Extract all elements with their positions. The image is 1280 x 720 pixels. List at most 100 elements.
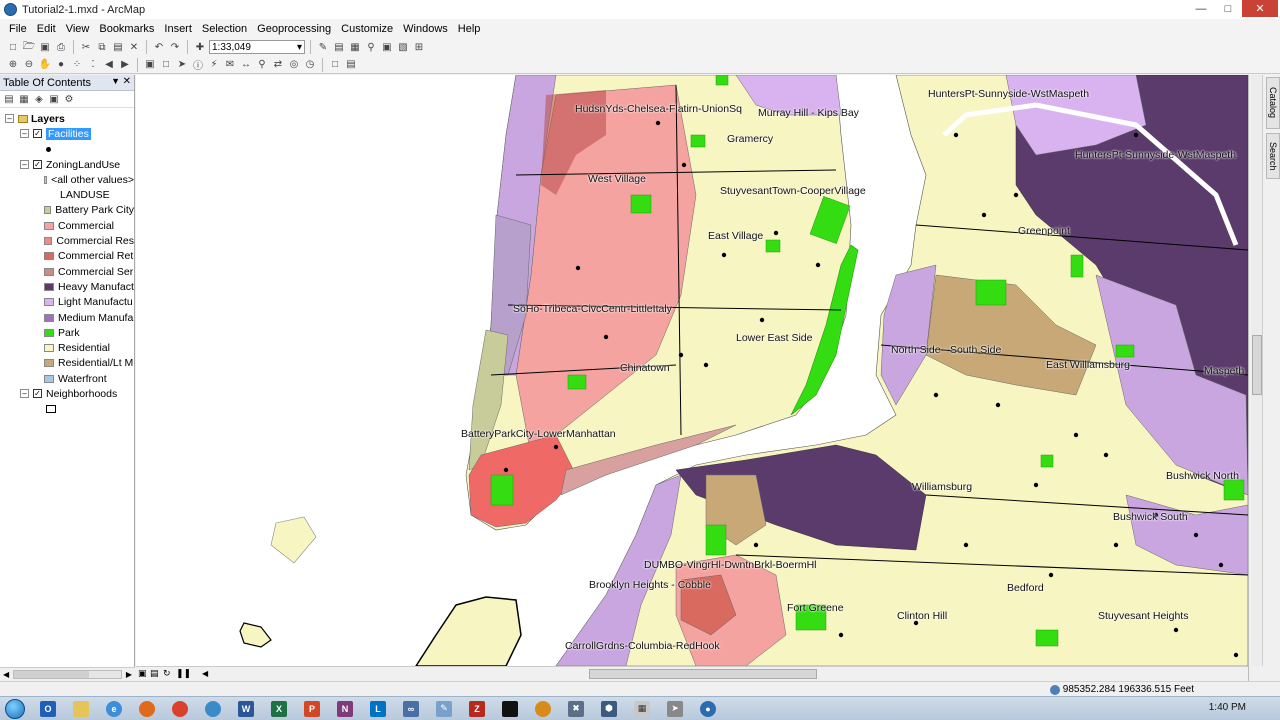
zoom-out-icon[interactable]: ⊖ — [22, 58, 36, 72]
map-vertical-scrollbar[interactable] — [1251, 75, 1263, 666]
neighborhoods-visibility-checkbox[interactable]: ✓ — [33, 389, 42, 399]
layer-zoning-row[interactable]: – ✓ ZoningLandUse — [0, 157, 134, 172]
layer-facilities-label[interactable]: Facilities — [46, 127, 91, 140]
menu-selection[interactable]: Selection — [197, 23, 252, 35]
find-icon[interactable]: ⚲ — [255, 58, 269, 72]
print-icon[interactable]: ⎙ — [54, 40, 68, 54]
layer-facilities-row[interactable]: – ✓ Facilities — [0, 126, 134, 141]
search-window-icon[interactable]: ⚲ — [364, 40, 378, 54]
zoom-in-icon[interactable]: ⊕ — [6, 58, 20, 72]
select-elements-icon[interactable]: ➤ — [175, 58, 189, 72]
menu-windows[interactable]: Windows — [398, 23, 453, 35]
clear-selection-icon[interactable]: □ — [159, 58, 173, 72]
legend-class-row[interactable]: Heavy Manufact — [0, 279, 134, 294]
layer-zoning-label[interactable]: ZoningLandUse — [46, 159, 120, 171]
options-icon[interactable]: ⚙ — [63, 93, 75, 105]
scroll-thumb[interactable] — [589, 669, 817, 679]
taskbar-app[interactable]: ✎ — [429, 698, 459, 720]
taskbar-cmd[interactable] — [495, 698, 525, 720]
clock[interactable]: 1:40 PM — [1209, 702, 1246, 713]
collapse-icon[interactable]: – — [20, 160, 29, 170]
redo-icon[interactable]: ↷ — [168, 40, 182, 54]
taskbar-explorer[interactable] — [66, 698, 96, 720]
taskbar-chrome[interactable] — [165, 698, 195, 720]
refresh-icon[interactable]: ↻ — [163, 668, 171, 679]
forward-extent-icon[interactable]: ▶ — [118, 58, 132, 72]
taskbar-app[interactable]: ▦ — [627, 698, 657, 720]
legend-class-row[interactable]: Waterfront — [0, 371, 134, 386]
fixed-zoom-in-icon[interactable]: ⁘ — [70, 58, 84, 72]
zoning-visibility-checkbox[interactable]: ✓ — [33, 160, 42, 170]
save-icon[interactable]: ▣ — [38, 40, 52, 54]
collapse-icon[interactable]: – — [20, 129, 29, 139]
menu-geoprocessing[interactable]: Geoprocessing — [252, 23, 336, 35]
scroll-left-icon[interactable]: ◀ — [3, 670, 9, 679]
open-folder-icon[interactable]: 🗁 — [22, 40, 36, 54]
menu-help[interactable]: Help — [453, 23, 486, 35]
layer-neighborhoods-row[interactable]: – ✓ Neighborhoods — [0, 386, 134, 401]
taskbar-arcmap[interactable]: ● — [693, 698, 723, 720]
paste-icon[interactable]: ▤ — [111, 40, 125, 54]
taskbar-app[interactable]: ➤ — [660, 698, 690, 720]
facilities-visibility-checkbox[interactable]: ✓ — [33, 129, 42, 139]
scroll-right-icon[interactable]: ▶ — [126, 670, 132, 679]
delete-icon[interactable]: ✕ — [127, 40, 141, 54]
map-scale-dropdown[interactable]: 1:33,049 ▾ — [209, 40, 305, 54]
hyperlink-icon[interactable]: ⚡ — [207, 58, 221, 72]
editor-toolbar-icon[interactable]: ✎ — [316, 40, 330, 54]
legend-class-row[interactable]: Commercial Res — [0, 233, 134, 248]
legend-class-row[interactable]: Park — [0, 325, 134, 340]
pan-icon[interactable]: ✋ — [38, 58, 52, 72]
start-button[interactable] — [0, 697, 30, 720]
cut-icon[interactable]: ✂ — [79, 40, 93, 54]
menu-file[interactable]: File — [4, 23, 32, 35]
create-viewer-icon[interactable]: ▤ — [344, 58, 358, 72]
taskbar-app[interactable]: ⬢ — [594, 698, 624, 720]
fixed-zoom-out-icon[interactable]: ⁚ — [86, 58, 100, 72]
identify-icon[interactable]: ⓘ — [191, 58, 205, 72]
list-by-visibility-icon[interactable]: ◈ — [33, 93, 45, 105]
time-slider-icon[interactable]: ◷ — [303, 58, 317, 72]
taskbar-ie[interactable]: e — [99, 698, 129, 720]
layer-neighborhoods-label[interactable]: Neighborhoods — [46, 388, 117, 400]
catalog-window-icon[interactable]: ▦ — [348, 40, 362, 54]
legend-class-row[interactable]: Light Manufactu — [0, 295, 134, 310]
legend-all-other-row[interactable]: <all other values> — [0, 172, 134, 187]
catalog-tab[interactable]: Catalog — [1266, 77, 1280, 129]
legend-class-row[interactable]: Residential — [0, 340, 134, 355]
legend-class-row[interactable]: Medium Manufa — [0, 310, 134, 325]
list-by-drawing-order-icon[interactable]: ▤ — [3, 93, 15, 105]
legend-class-row[interactable]: Commercial — [0, 218, 134, 233]
taskbar-firefox[interactable] — [132, 698, 162, 720]
go-to-xy-icon[interactable]: ◎ — [287, 58, 301, 72]
modelbuilder-icon[interactable]: ⊞ — [412, 40, 426, 54]
taskbar-word[interactable]: W — [231, 698, 261, 720]
menu-insert[interactable]: Insert — [159, 23, 197, 35]
list-by-selection-icon[interactable]: ▣ — [48, 93, 60, 105]
taskbar-outlook[interactable]: O — [33, 698, 63, 720]
find-route-icon[interactable]: ⇄ — [271, 58, 285, 72]
select-features-icon[interactable]: ▣ — [143, 58, 157, 72]
layers-root-row[interactable]: – Layers — [0, 111, 134, 126]
taskbar-onenote[interactable]: N — [330, 698, 360, 720]
close-button[interactable]: ✕ — [1242, 0, 1278, 17]
legend-class-row[interactable]: Residential/Lt M — [0, 356, 134, 371]
facilities-symbol-row[interactable] — [0, 142, 134, 157]
scroll-thumb[interactable] — [14, 671, 89, 678]
list-by-source-icon[interactable]: ▦ — [18, 93, 30, 105]
pin-icon[interactable]: ▼ — [111, 76, 120, 86]
taskbar-filezilla[interactable]: Z — [462, 698, 492, 720]
taskbar-powerpoint[interactable]: P — [297, 698, 327, 720]
legend-class-row[interactable]: Commercial Ret — [0, 249, 134, 264]
legend-class-row[interactable]: Battery Park City — [0, 203, 134, 218]
python-window-icon[interactable]: ▧ — [396, 40, 410, 54]
close-icon[interactable]: ✕ — [123, 76, 131, 87]
pause-drawing-icon[interactable]: ❚❚ — [176, 668, 191, 679]
maximize-button[interactable]: □ — [1215, 0, 1241, 17]
menu-customize[interactable]: Customize — [336, 23, 398, 35]
taskbar-app[interactable]: ∞ — [396, 698, 426, 720]
scroll-track[interactable] — [13, 670, 122, 679]
toc-window-icon[interactable]: ▤ — [332, 40, 346, 54]
collapse-icon[interactable]: – — [20, 389, 29, 399]
html-popup-icon[interactable]: ✉ — [223, 58, 237, 72]
